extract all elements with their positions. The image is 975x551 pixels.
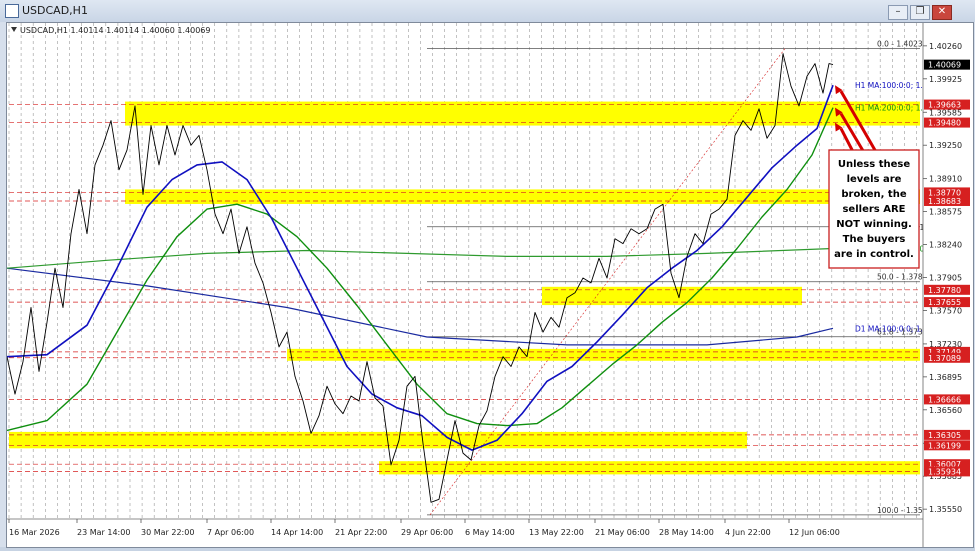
x-tick-label: 23 Mar 14:00: [77, 528, 130, 537]
h1-ma200-line: [6, 107, 834, 432]
support-resistance-zone: [125, 101, 920, 126]
ma-level-line: [6, 247, 834, 269]
x-tick-label: 16 Mar 2026: [9, 528, 60, 537]
price-label: 1.37780: [928, 286, 961, 295]
d1-ma100-line: [6, 267, 834, 346]
annotation-text-line: NOT winning.: [836, 219, 912, 230]
price-label: 1.38683: [928, 197, 961, 206]
x-tick-label: 6 May 14:00: [465, 528, 515, 537]
x-tick-label: 28 May 14:00: [659, 528, 714, 537]
y-tick-label: 1.39925: [929, 75, 962, 84]
price-label: 1.35934: [928, 467, 961, 476]
price-label: 1.37655: [928, 298, 961, 307]
fibonacci-level-label: 0.0 - 1.40232: [877, 40, 928, 49]
annotation-text-line: The buyers: [843, 234, 906, 245]
annotation-text-line: levels are: [847, 174, 902, 185]
y-tick-label: 1.35550: [929, 505, 962, 514]
y-tick-label: 1.38240: [929, 241, 962, 250]
chart-window: USDCAD,H1 – ❐ ✕ 0.0 - 1.40232 50.0 - 1.37…: [0, 0, 975, 549]
x-tick-label: 14 Apr 14:00: [271, 528, 323, 537]
minimize-button[interactable]: –: [888, 5, 908, 20]
support-resistance-zone: [287, 348, 920, 361]
price-label: 1.39663: [928, 101, 961, 110]
price-label: 1.36305: [928, 431, 961, 440]
x-tick-label: 7 Apr 06:00: [207, 528, 254, 537]
symbol-arrow-icon: [11, 27, 17, 32]
price-label: 1.39480: [928, 119, 961, 128]
annotation-text-line: broken, the: [841, 189, 906, 200]
x-tick-label: 12 Jun 06:00: [789, 528, 840, 537]
h1-ma100-line: [6, 84, 834, 451]
symbol-info: USDCAD,H1 1.40114 1.40114 1.40060 1.4006…: [20, 26, 210, 35]
x-tick-label: 29 Apr 06:00: [401, 528, 453, 537]
price-label: 1.36666: [928, 395, 961, 404]
support-resistance-zone: [9, 431, 747, 449]
y-tick-label: 1.39585: [929, 108, 962, 117]
price-label: 1.40069: [928, 61, 961, 70]
annotation-text-line: Unless these: [838, 159, 910, 170]
price-label: 1.36199: [928, 441, 961, 450]
close-button[interactable]: ✕: [932, 5, 952, 20]
chart-area[interactable]: 0.0 - 1.40232 50.0 - 1.37862 61.8 - 1.3730…: [6, 22, 974, 549]
y-tick-label: 1.37905: [929, 274, 962, 283]
y-tick-label: 1.40260: [929, 42, 962, 51]
y-tick-label: 1.38575: [929, 208, 962, 217]
y-tick-label: 1.38910: [929, 175, 962, 184]
annotation-text-line: are in control.: [834, 249, 914, 260]
x-tick-label: 4 Jun 22:00: [725, 528, 771, 537]
window-title: USDCAD,H1: [22, 4, 88, 17]
price-chart[interactable]: 0.0 - 1.4023250.0 - 1.3786261.8 - 1.3730…: [6, 23, 973, 549]
restore-button[interactable]: ❐: [910, 5, 930, 20]
title-bar[interactable]: USDCAD,H1 – ❐ ✕: [0, 0, 975, 22]
support-resistance-zone: [125, 189, 920, 204]
x-tick-label: 21 May 06:00: [595, 528, 650, 537]
chart-window-icon: [5, 4, 19, 18]
annotation-text-line: sellers ARE: [842, 204, 905, 215]
y-tick-label: 1.39250: [929, 141, 962, 150]
price-label: 1.37089: [928, 354, 961, 363]
y-tick-label: 1.36560: [929, 406, 962, 415]
x-tick-label: 30 Mar 22:00: [141, 528, 194, 537]
x-tick-label: 21 Apr 22:00: [335, 528, 387, 537]
x-tick-label: 13 May 22:00: [529, 528, 584, 537]
y-tick-label: 1.37570: [929, 306, 962, 315]
y-tick-label: 1.36895: [929, 373, 962, 382]
support-resistance-zone: [379, 461, 920, 475]
